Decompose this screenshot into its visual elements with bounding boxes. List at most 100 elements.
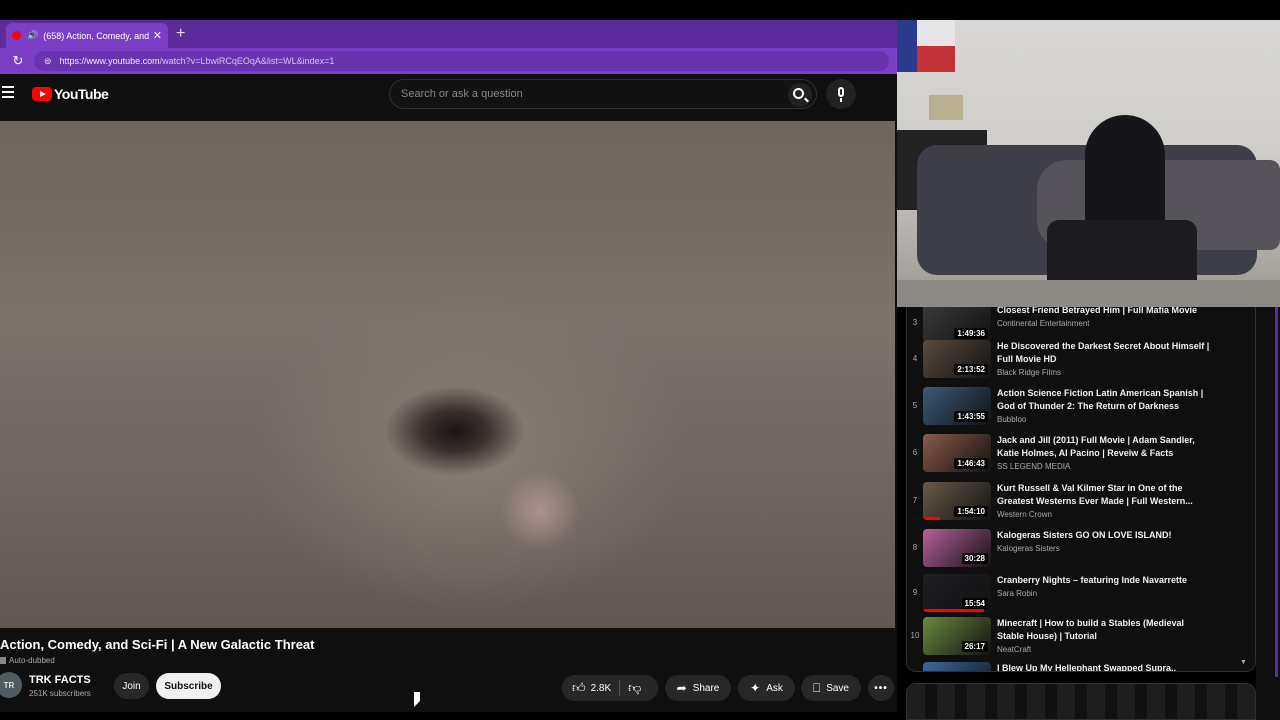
thumbs-down-icon[interactable]: 👎︎ [628,680,641,696]
subscriber-count: 251K subscribers [29,689,91,698]
playlist-item-index: 3 [912,318,918,327]
speaker-icon[interactable]: 🔊 [27,30,38,41]
playlist-item-title[interactable]: Action Science Fiction Latin American Sp… [997,387,1212,413]
screen-bottom-border [0,712,900,720]
video-duration: 1:46:43 [954,458,988,469]
more-actions-button[interactable]: ••• [868,675,894,701]
share-button[interactable]: ➦ Share [665,675,731,701]
playlist-item-index: 10 [910,631,920,640]
playlist-thumbnail[interactable]: 30:28 [923,529,991,567]
playlist-item-channel: Sara Robin [997,589,1038,598]
playlist-item-channel: Western Crown [997,510,1052,519]
new-tab-button[interactable]: + [176,25,185,43]
auto-dubbed-label: Auto-dubbed [9,656,55,665]
webcam-overlay [897,20,1280,307]
mic-icon [838,87,844,97]
playlist-item-index: 5 [912,401,918,410]
browser-tabbar: 🔊 (658) Action, Comedy, and Sci ✕ [0,20,897,48]
playlist-item[interactable]: 8 30:28 Kalogeras Sisters GO ON LOVE ISLAN… [907,526,1247,572]
menu-icon[interactable] [2,86,14,100]
search-box[interactable]: Search or ask a question [389,79,817,109]
youtube-logo[interactable]: YouTube [32,86,109,102]
url-field[interactable]: ⊜ https://www.youtube.com/watch?v=LbwlRC… [34,51,889,71]
subscribe-button[interactable]: Subscribe [156,673,221,699]
playlist-item[interactable]: 10 26:17 Minecraft | How to build a Stable… [907,614,1247,660]
texas-flag [897,20,955,72]
playlist-item-title[interactable]: Kalogeras Sisters GO ON LOVE ISLAND! [997,529,1212,542]
ask-button[interactable]: ✦ Ask [738,675,795,701]
playlist-item-title[interactable]: Cranberry Nights – featuring Inde Navarr… [997,574,1212,587]
masthead: YouTube Search or ask a question [0,74,897,114]
join-button[interactable]: Join [114,673,149,699]
video-player[interactable] [0,121,895,628]
bookmark-icon: ⎕ [813,680,821,695]
dub-icon [0,657,6,664]
video-duration: 15:54 [961,598,988,609]
playlist-thumbnail[interactable]: 1:46:43 [923,434,991,472]
reload-icon[interactable]: ↻ [6,53,30,69]
tab-close-icon[interactable]: ✕ [153,29,162,42]
playlist-thumbnail[interactable]: 2:13:52 [923,340,991,378]
watch-progress-bar [923,517,940,520]
video-frame [500,471,580,551]
playlist-item-title[interactable]: Jack and Jill (2011) Full Movie | Adam S… [997,434,1212,460]
video-duration: 2:13:52 [954,364,988,375]
playlist-item-channel: SS LEGEND MEDIA [997,462,1071,471]
video-duration: 1:54:10 [954,506,988,517]
watch-progress-bar [923,609,985,612]
playlist-item-channel: Black Ridge Films [997,368,1062,377]
playlist-item-channel: Continental Entertainment [997,319,1090,328]
playlist-thumbnail[interactable] [923,662,991,671]
channel-avatar[interactable]: TR [0,672,22,698]
save-button[interactable]: ⎕ Save [801,675,861,701]
video-duration: 26:17 [961,641,988,652]
video-duration: 30:28 [961,553,988,564]
gaming-chair [1085,115,1165,235]
playlist-item-title[interactable]: I Blew Up My Hellephant Swapped Supra.. [997,662,1212,671]
thumbs-up-icon[interactable]: 👍︎ [572,680,586,696]
mouse-cursor-icon [414,692,420,707]
share-label: Share [692,682,720,694]
video-title: Action, Comedy, and Sci-Fi | A New Galac… [0,637,315,652]
playlist-item-title[interactable]: Kurt Russell & Val Kilmer Star in One of… [997,482,1212,508]
search-input[interactable]: Search or ask a question [390,88,816,100]
playlist-item[interactable]: 9 15:54 Cranberry Nights – featuring Inde … [907,571,1247,617]
voice-search-button[interactable] [826,79,856,109]
playlist-item[interactable]: 4 2:13:52 He Discovered the Darkest Secret… [907,337,1247,383]
playlist-thumbnail[interactable]: 15:54 [923,574,991,612]
playlist-panel: 3 1:49:36 Closest Friend Betrayed Him | Fu… [906,307,1256,672]
shelf-items [929,95,963,120]
playlist-thumbnail[interactable]: 1:54:10 [923,482,991,520]
like-count[interactable]: 2.8K [591,683,612,694]
playlist-item[interactable]: 6 1:46:43 Jack and Jill (2011) Full Movie … [907,431,1247,477]
playlist-thumbnail[interactable]: 1:43:55 [923,387,991,425]
playlist-item-index: 9 [912,588,918,597]
site-info-icon[interactable]: ⊜ [44,56,52,67]
url-host: https://www.youtube.com [59,56,160,66]
playlist-thumbnail[interactable]: 26:17 [923,617,991,655]
playlist-item-index: 6 [912,448,918,457]
playlist-item-channel: Kalogeras Sisters [997,544,1060,553]
channel-name[interactable]: TRK FACTS [29,674,91,686]
playlist-item-channel: Bubbloo [997,415,1027,424]
playlist-item-index: 4 [912,354,918,363]
playlist-item-index: 7 [912,496,918,505]
scroll-down-icon[interactable]: ▼ [1240,659,1247,666]
playlist-item[interactable]: 5 1:43:55 Action Science Fiction Latin Ame… [907,384,1247,430]
auto-dubbed-badge: Auto-dubbed [0,656,55,665]
playlist-item[interactable]: I Blew Up My Hellephant Swapped Supra.. [907,659,1247,671]
browser-tab[interactable]: 🔊 (658) Action, Comedy, and Sci ✕ [6,23,168,48]
url-path: /watch?v=LbwlRCqEOqA&list=WL&index=1 [159,56,335,66]
ask-label: Ask [766,682,783,694]
playlist-item-title[interactable]: Minecraft | How to build a Stables (Medi… [997,617,1212,643]
screen-top-border [0,0,1280,20]
share-icon: ➦ [676,681,687,695]
playlist-item[interactable]: 7 1:54:10 Kurt Russell & Val Kilmer Star i… [907,479,1247,525]
next-panel-banner[interactable] [906,683,1256,720]
playlist-item-channel: NeatCraft [997,645,1032,654]
playlist-item-title[interactable]: Closest Friend Betrayed Him | Full Mafia… [997,307,1212,317]
like-dislike-group: 👍︎ 2.8K 👎︎ [562,675,658,701]
youtube-favicon-icon [12,31,21,40]
search-button[interactable] [788,83,812,107]
playlist-item-title[interactable]: He Discovered the Darkest Secret About H… [997,340,1212,366]
